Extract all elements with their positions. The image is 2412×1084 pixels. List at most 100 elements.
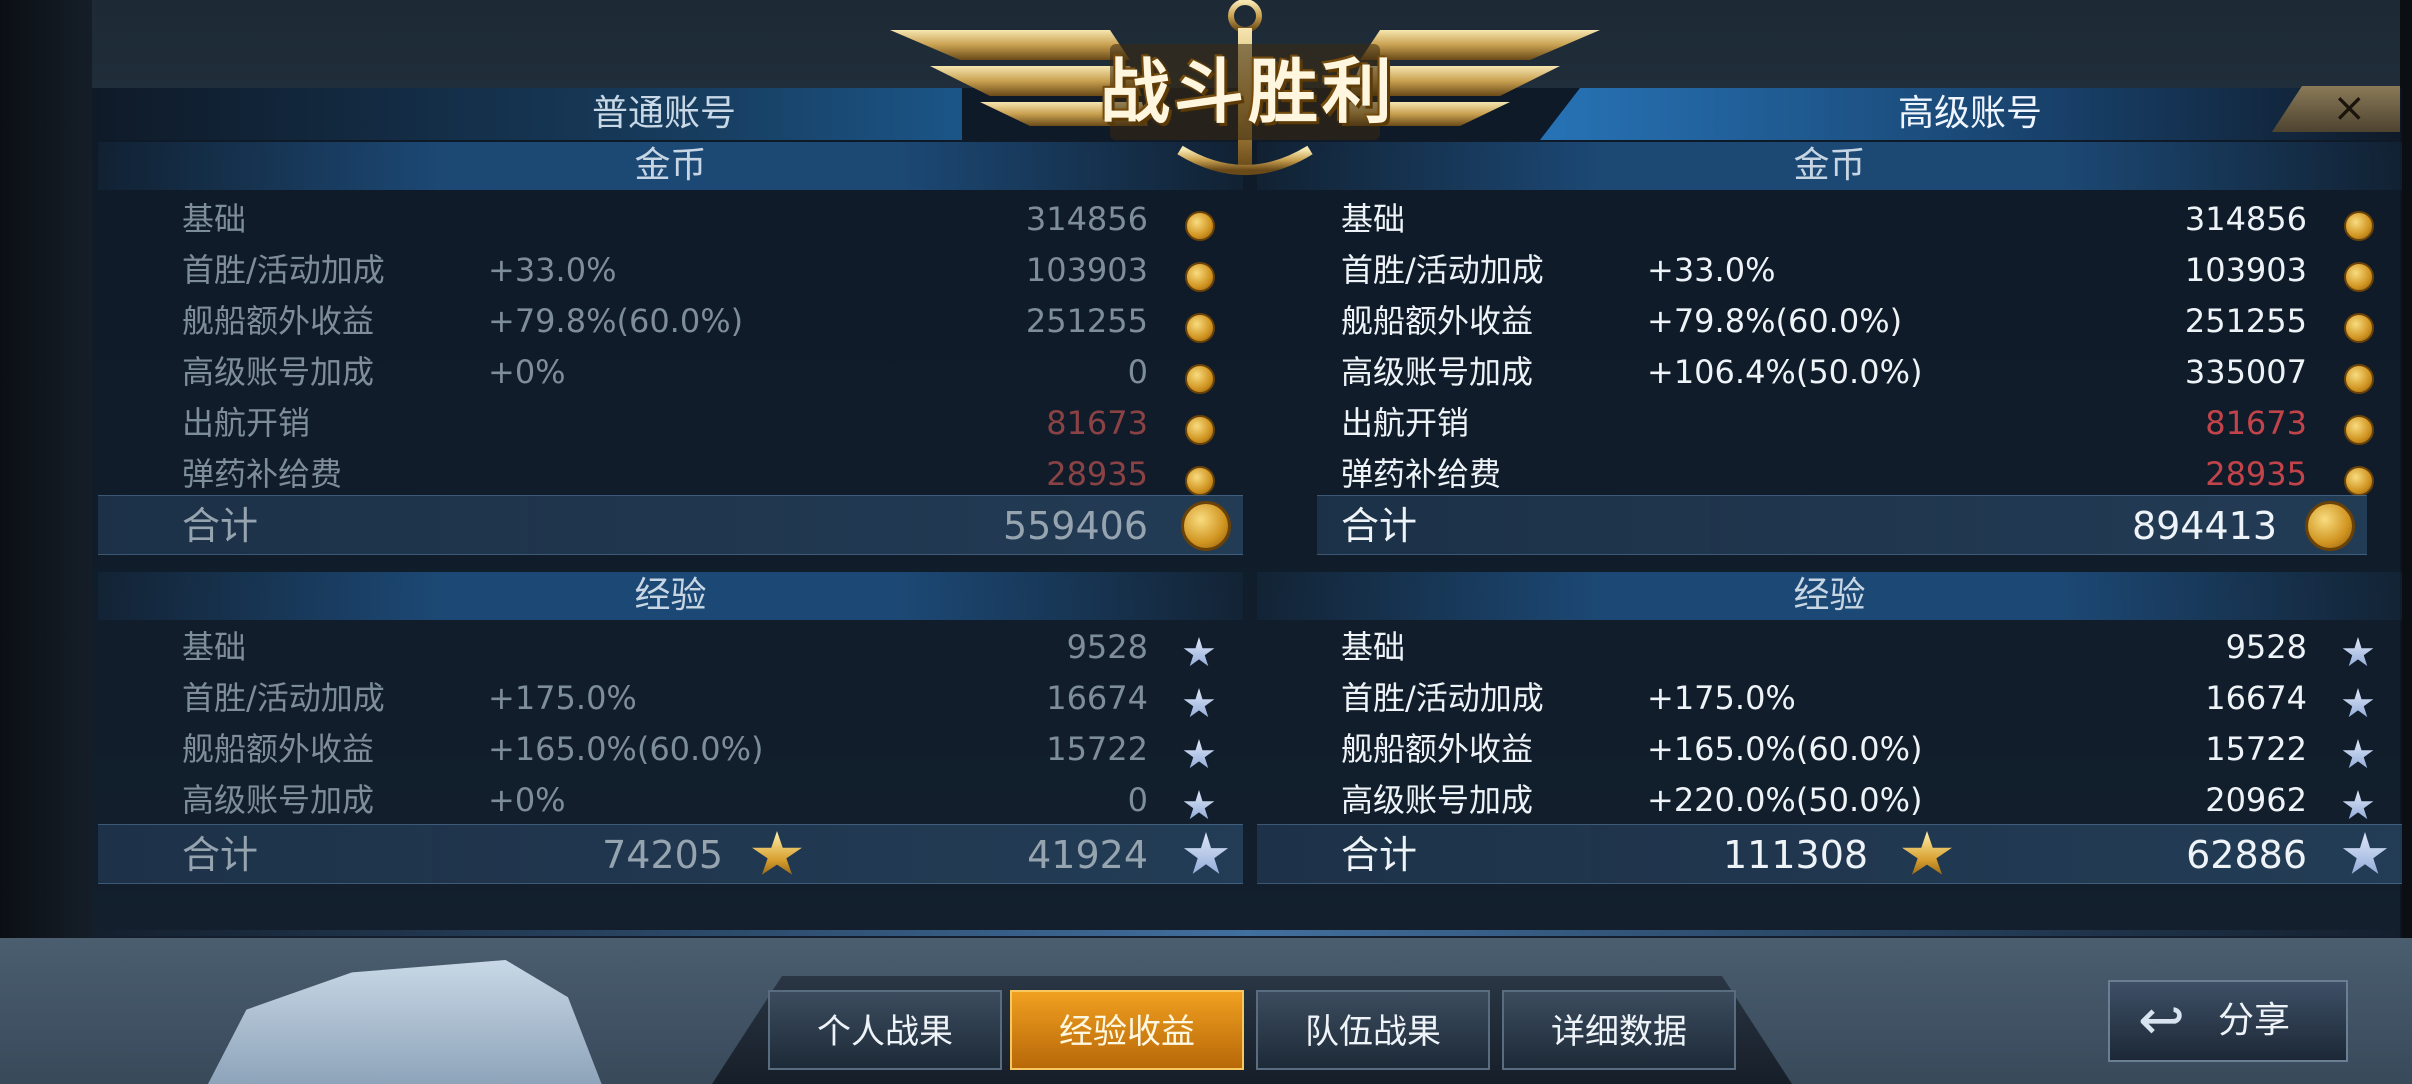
row-value: 251255: [1025, 302, 1148, 340]
nav-tab-2[interactable]: 经验收益: [1010, 990, 1244, 1070]
share-arrow-icon: ↩: [2138, 988, 2185, 1053]
exp-row: 首胜/活动加成 +175.0% 16674: [1257, 673, 2402, 723]
row-value: 16674: [1046, 679, 1148, 717]
left-edge: [0, 0, 92, 1084]
row-bonus-percent: +79.8%(60.0%): [1647, 302, 1903, 340]
exp-total-value: 41924: [1027, 833, 1148, 877]
coin-icon: [2344, 262, 2374, 292]
exp-total-value: 62886: [2186, 833, 2307, 877]
gold-row: 舰船额外收益 +79.8%(60.0%) 251255: [98, 296, 1243, 346]
row-value: 0: [1127, 353, 1148, 391]
tab-normal-account: 普通账号: [92, 88, 962, 140]
gold-row: 首胜/活动加成 +33.0% 103903: [1257, 245, 2402, 295]
victory-banner: 战斗胜利: [880, 0, 1610, 180]
row-bonus-percent: +175.0%: [1647, 679, 1796, 717]
gold-row: 首胜/活动加成 +33.0% 103903: [98, 245, 1243, 295]
captain-exp-total-value: 111308: [1723, 833, 1869, 877]
gold-row: 基础 314856: [98, 194, 1243, 244]
coin-icon: [1185, 211, 1215, 241]
star-icon: [1183, 739, 1215, 769]
row-value: 81673: [1046, 404, 1148, 442]
row-label: 舰船额外收益: [182, 302, 375, 340]
row-bonus-percent: +165.0%(60.0%): [1647, 730, 1923, 768]
nav-tab-3[interactable]: 队伍战果: [1256, 990, 1490, 1070]
row-label: 基础: [182, 628, 247, 666]
exp-total-row: 合计 111308 62886: [1257, 824, 2402, 884]
gold-row: 出航开销 81673: [98, 398, 1243, 448]
nav-tab-4[interactable]: 详细数据: [1502, 990, 1736, 1070]
coin-icon: [1181, 501, 1231, 551]
row-label: 高级账号加成: [182, 353, 375, 391]
exp-row: 舰船额外收益 +165.0%(60.0%) 15722: [98, 724, 1243, 774]
coin-icon: [2344, 313, 2374, 343]
row-bonus-percent: +79.8%(60.0%): [488, 302, 744, 340]
divider: [92, 930, 2402, 936]
row-value: 81673: [2205, 404, 2307, 442]
screen: 普通账号 高级账号 × 金币 基础 314856 首胜/活动加成 +33.0% 1039…: [0, 0, 2412, 1084]
row-bonus-percent: +0%: [488, 353, 566, 391]
row-value: 103903: [2184, 251, 2307, 289]
exp-row: 基础 9528: [1257, 622, 2402, 672]
gold-row: 弹药补给费 28935: [1257, 449, 2402, 499]
total-label: 合计: [182, 504, 259, 548]
row-label: 弹药补给费: [182, 455, 343, 493]
total-label: 合计: [182, 833, 259, 877]
row-value: 16674: [2205, 679, 2307, 717]
normal-account-panel: 金币 基础 314856 首胜/活动加成 +33.0% 103903 舰船额外收益 +79.…: [98, 142, 1243, 922]
row-label: 出航开销: [1341, 404, 1470, 442]
star-icon: [1183, 637, 1215, 667]
total-label: 合计: [1341, 504, 1418, 548]
row-label: 高级账号加成: [1341, 353, 1534, 391]
share-button[interactable]: ↩ 分享: [2108, 980, 2348, 1062]
row-value: 251255: [2184, 302, 2307, 340]
row-value: 15722: [2205, 730, 2307, 768]
coin-icon: [2344, 364, 2374, 394]
row-value: 9528: [1066, 628, 1148, 666]
gold-row: 出航开销 81673: [1257, 398, 2402, 448]
row-label: 出航开销: [182, 404, 311, 442]
exp-section-header: 经验: [1257, 572, 2402, 620]
nav-tab-1[interactable]: 个人战果: [768, 990, 1002, 1070]
row-label: 首胜/活动加成: [182, 251, 385, 289]
coin-icon: [2344, 211, 2374, 241]
row-value: 335007: [2184, 353, 2307, 391]
star-icon: [1183, 832, 1229, 874]
coin-icon: [1185, 313, 1215, 343]
exp-section-header: 经验: [98, 572, 1243, 620]
row-label: 基础: [1341, 628, 1406, 666]
gold-row: 弹药补给费 28935: [98, 449, 1243, 499]
exp-total-row: 合计 74205 41924: [98, 824, 1243, 884]
coin-icon: [2305, 501, 2355, 551]
gold-total-row: 合计 894413: [1317, 495, 2367, 555]
row-value: 15722: [1046, 730, 1148, 768]
gold-row: 高级账号加成 +106.4%(50.0%) 335007: [1257, 347, 2402, 397]
tab-premium-account: 高级账号: [1540, 88, 2400, 140]
row-value: 0: [1127, 781, 1148, 819]
row-label: 首胜/活动加成: [1341, 251, 1544, 289]
gold-total-value: 894413: [2131, 504, 2277, 548]
row-bonus-percent: +33.0%: [488, 251, 617, 289]
coin-icon: [1185, 415, 1215, 445]
premium-account-panel: 金币 基础 314856 首胜/活动加成 +33.0% 103903 舰船额外收益 +79.…: [1257, 142, 2402, 922]
star-icon: [2342, 739, 2374, 769]
exp-row: 高级账号加成 +0% 0: [98, 775, 1243, 825]
star-icon: [2342, 790, 2374, 820]
coin-icon: [1185, 364, 1215, 394]
row-label: 基础: [1341, 200, 1406, 238]
coin-icon: [1185, 466, 1215, 496]
row-label: 舰船额外收益: [182, 730, 375, 768]
row-value: 103903: [1025, 251, 1148, 289]
row-label: 弹药补给费: [1341, 455, 1502, 493]
gold-row: 高级账号加成 +0% 0: [98, 347, 1243, 397]
row-label: 舰船额外收益: [1341, 730, 1534, 768]
row-value: 314856: [2184, 200, 2307, 238]
exp-row: 基础 9528: [98, 622, 1243, 672]
victory-title: 战斗胜利: [1100, 51, 1396, 133]
captain-exp-total-value: 74205: [602, 833, 723, 877]
row-value: 9528: [2225, 628, 2307, 666]
row-bonus-percent: +106.4%(50.0%): [1647, 353, 1923, 391]
gold-row: 舰船额外收益 +79.8%(60.0%) 251255: [1257, 296, 2402, 346]
row-value: 314856: [1025, 200, 1148, 238]
row-label: 舰船额外收益: [1341, 302, 1534, 340]
exp-row: 高级账号加成 +220.0%(50.0%) 20962: [1257, 775, 2402, 825]
